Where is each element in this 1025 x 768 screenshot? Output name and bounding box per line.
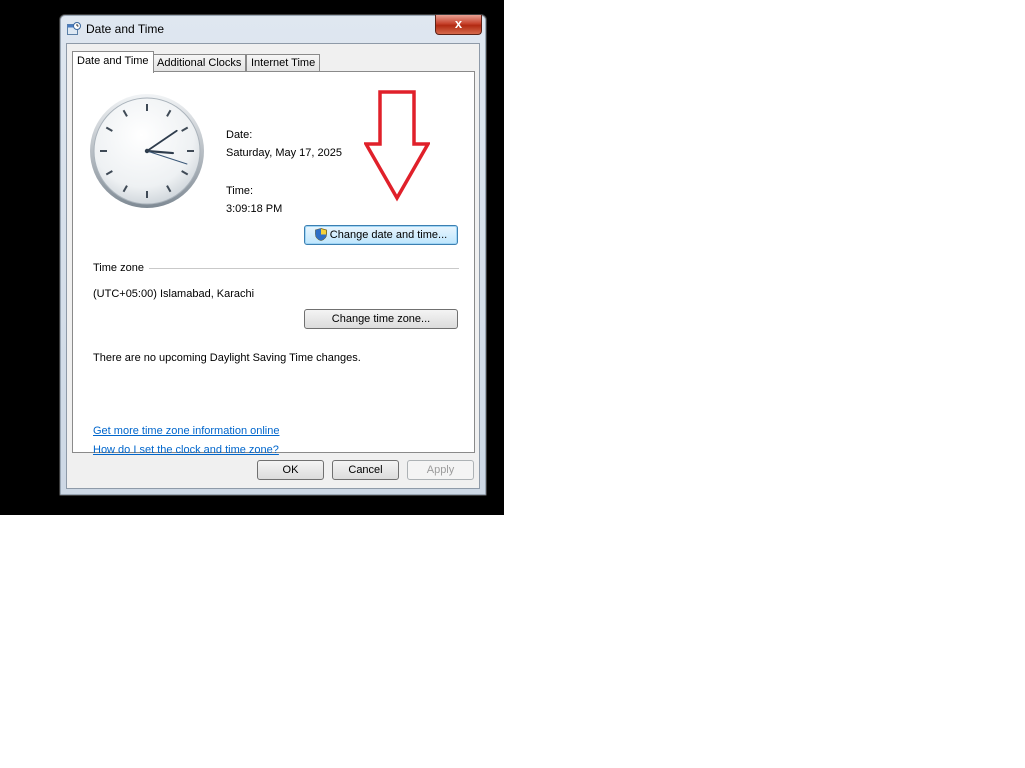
time-zone-header: Time zone [93, 262, 144, 274]
time-zone-info-link[interactable]: Get more time zone information online [93, 425, 279, 437]
title-bar[interactable]: Date and Time x [60, 15, 486, 43]
cancel-button[interactable]: Cancel [332, 460, 399, 480]
set-clock-help-link[interactable]: How do I set the clock and time zone? [93, 444, 279, 456]
tab-internet-time[interactable]: Internet Time [246, 54, 321, 72]
change-date-and-time-button[interactable]: Change date and time... [304, 225, 458, 245]
date-and-time-dialog: Date and Time x Date and Time Additional… [59, 14, 487, 496]
change-time-zone-button[interactable]: Change time zone... [304, 309, 458, 329]
date-label: Date: [226, 129, 253, 141]
ok-button[interactable]: OK [257, 460, 324, 480]
red-down-arrow-annotation [364, 90, 430, 202]
date-time-app-icon [67, 22, 81, 35]
time-zone-value: (UTC+05:00) Islamabad, Karachi [93, 288, 255, 300]
apply-button[interactable]: Apply [407, 460, 474, 480]
dst-note: There are no upcoming Daylight Saving Ti… [93, 352, 361, 364]
change-date-and-time-label: Change date and time... [329, 229, 448, 241]
time-zone-divider [149, 268, 459, 269]
analog-clock [90, 94, 204, 208]
uac-shield-icon [314, 228, 327, 241]
time-label: Time: [226, 185, 254, 197]
tab-date-and-time[interactable]: Date and Time [72, 51, 154, 73]
close-button[interactable]: x [435, 15, 482, 35]
time-value: 3:09:18 PM [226, 203, 283, 215]
date-value: Saturday, May 17, 2025 [226, 147, 342, 159]
tab-additional-clocks[interactable]: Additional Clocks [152, 54, 247, 72]
window-title: Date and Time [86, 22, 165, 36]
